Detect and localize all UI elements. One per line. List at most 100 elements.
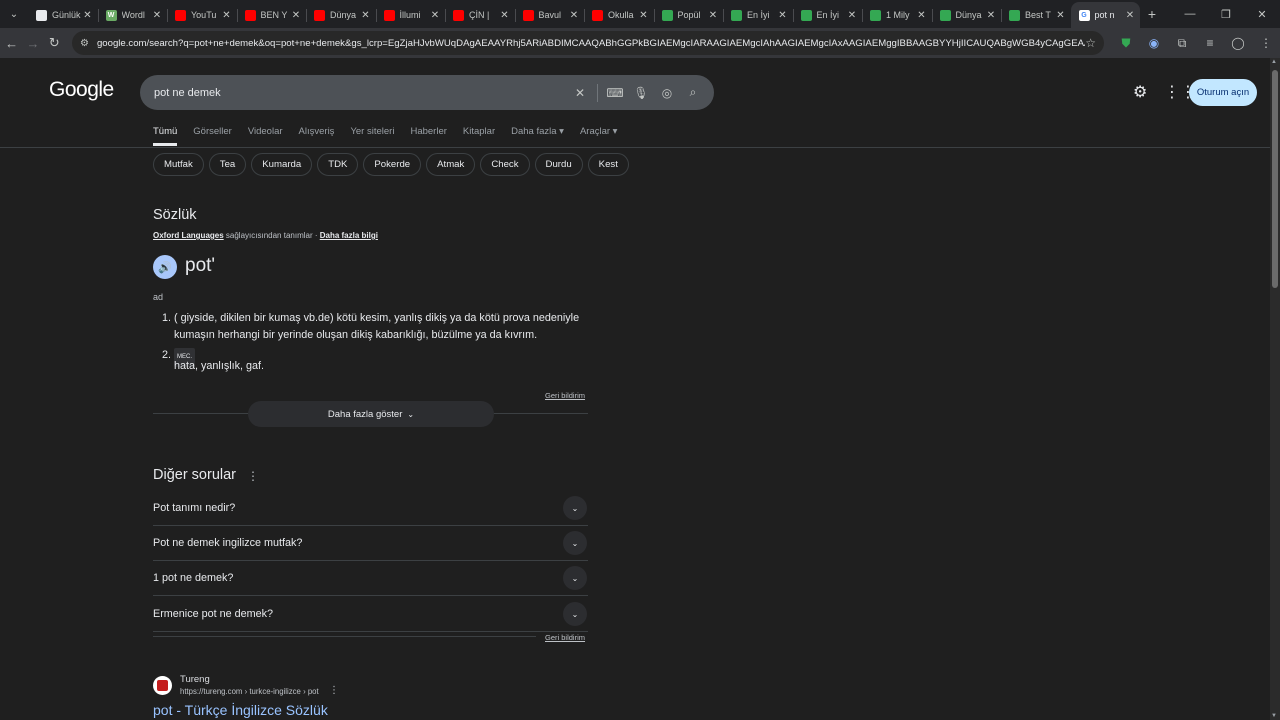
refinement-chip[interactable]: Mutfak	[153, 153, 204, 176]
pronunciation-speaker-icon[interactable]: 🔊	[153, 255, 177, 279]
browser-tab[interactable]: YouTu ✕	[167, 2, 237, 28]
expand-chevron-icon[interactable]: ⌄	[563, 531, 587, 555]
settings-gear-icon[interactable]: ⚙	[1133, 82, 1147, 102]
related-question[interactable]: Pot ne demek ingilizce mutfak? ⌄	[153, 526, 588, 561]
browser-tab[interactable]: BEN Y ✕	[236, 2, 307, 28]
browser-tab[interactable]: En İyi ✕	[792, 2, 863, 28]
questions-feedback-link[interactable]: Geri bildirim	[545, 633, 585, 642]
search-tab[interactable]: Videolar	[248, 126, 283, 146]
browser-tab[interactable]: Okulla ✕	[584, 2, 654, 28]
search-box[interactable]: pot ne demek ✕ ⌨ 🎙 ◎ ⌕	[140, 75, 714, 110]
profile-icon[interactable]: ◯	[1224, 36, 1252, 51]
result-title-link[interactable]: pot - Türkçe İngilizce Sözlük	[153, 702, 328, 718]
browser-tab[interactable]: Popül ✕	[653, 2, 724, 28]
related-question[interactable]: Ermenice pot ne demek? ⌄	[153, 597, 588, 632]
expand-chevron-icon[interactable]: ⌄	[563, 602, 587, 626]
tab-close-icon[interactable]: ✕	[985, 10, 997, 21]
dictionary-feedback-link[interactable]: Geri bildirim	[545, 391, 585, 400]
tab-close-icon[interactable]: ✕	[429, 10, 441, 21]
minimize-icon[interactable]: —	[1172, 8, 1208, 21]
url-text[interactable]: google.com/search?q=pot+ne+demek&oq=pot+…	[97, 38, 1085, 49]
site-info-icon[interactable]: ⚙	[80, 38, 89, 49]
browser-tab[interactable]: Gpot n ✕	[1070, 2, 1140, 28]
restore-icon[interactable]: ❐	[1208, 8, 1244, 21]
refinement-chip[interactable]: Kest	[587, 153, 629, 176]
lens-icon[interactable]: ◎	[654, 86, 680, 100]
browser-tab[interactable]: W Wordl ✕	[97, 2, 168, 28]
show-more-button[interactable]: Daha fazla göster ⌄	[248, 401, 494, 427]
search-tab[interactable]: Görseller	[193, 126, 232, 146]
more-options-icon[interactable]: ⋮	[247, 469, 259, 483]
extension-icon[interactable]: ◉	[1140, 36, 1168, 51]
scrollbar-thumb[interactable]	[1272, 70, 1278, 288]
refinement-chip[interactable]: Atmak	[426, 153, 476, 176]
search-tab[interactable]: Araçlar ▾	[580, 126, 618, 146]
tab-close-icon[interactable]: ✕	[916, 10, 928, 21]
browser-tab[interactable]: Dünya ✕	[931, 2, 1002, 28]
related-question[interactable]: Pot tanımı nedir? ⌄	[153, 491, 588, 526]
browser-tab[interactable]: Bavul ✕	[514, 2, 585, 28]
result-site-name[interactable]: Tureng	[180, 674, 210, 685]
back-icon[interactable]: ←	[2, 31, 21, 55]
forward-icon[interactable]: →	[23, 31, 42, 55]
google-logo[interactable]: Google	[49, 78, 114, 102]
microphone-icon[interactable]: 🎙	[628, 86, 654, 100]
close-window-icon[interactable]: ✕	[1244, 8, 1280, 21]
tab-close-icon[interactable]: ✕	[221, 10, 233, 21]
page-scrollbar[interactable]: ▲ ▼	[1270, 58, 1280, 720]
browser-menu-icon[interactable]: ⋮	[1252, 36, 1280, 51]
shield-extension-icon[interactable]: ⛊	[1112, 36, 1140, 51]
search-tab[interactable]: Tümü	[153, 126, 178, 146]
search-tab[interactable]: Alışveriş	[299, 126, 335, 146]
refinement-chip[interactable]: Kumarda	[251, 153, 313, 176]
related-question[interactable]: 1 pot ne demek? ⌄	[153, 561, 588, 596]
puzzle-extensions-icon[interactable]: ⧉	[1168, 36, 1196, 51]
result-url[interactable]: https://tureng.com › turkce-ingilizce › …	[180, 687, 319, 696]
tab-close-icon[interactable]: ✕	[151, 10, 163, 21]
clear-icon[interactable]: ✕	[567, 86, 593, 100]
browser-tab[interactable]: Günlük ✕	[28, 2, 98, 28]
refinement-chip[interactable]: TDK	[317, 153, 359, 176]
media-control-icon[interactable]: ≡	[1196, 36, 1224, 51]
tab-close-icon[interactable]: ✕	[290, 10, 302, 21]
search-tab[interactable]: Yer siteleri	[350, 126, 394, 146]
refinement-chip[interactable]: Tea	[208, 153, 247, 176]
search-tab[interactable]: Daha fazla ▾	[511, 126, 564, 146]
tab-close-icon[interactable]: ✕	[1055, 10, 1067, 21]
search-input[interactable]: pot ne demek	[154, 87, 567, 99]
scroll-down-icon[interactable]: ▼	[1271, 713, 1277, 719]
tab-close-icon[interactable]: ✕	[707, 10, 719, 21]
scroll-up-icon[interactable]: ▲	[1271, 59, 1277, 65]
keyboard-icon[interactable]: ⌨	[602, 86, 628, 100]
tab-close-icon[interactable]: ✕	[846, 10, 858, 21]
browser-tab[interactable]: 1 Mily ✕	[862, 2, 932, 28]
address-bar[interactable]: ⚙ google.com/search?q=pot+ne+demek&oq=po…	[71, 31, 1104, 55]
reload-icon[interactable]: ↻	[45, 31, 64, 55]
tab-close-icon[interactable]: ✕	[638, 10, 650, 21]
browser-tab[interactable]: Best T ✕	[1001, 2, 1071, 28]
tab-close-icon[interactable]: ✕	[777, 10, 789, 21]
tab-close-icon[interactable]: ✕	[82, 10, 94, 21]
refinement-chip[interactable]: Durdu	[534, 153, 583, 176]
new-tab-button[interactable]: +	[1140, 6, 1164, 22]
oxford-languages-link[interactable]: Oxford Languages	[153, 231, 224, 240]
search-tab[interactable]: Kitaplar	[463, 126, 495, 146]
browser-tab[interactable]: Dünya ✕	[306, 2, 376, 28]
refinement-chip[interactable]: Pokerde	[363, 153, 422, 176]
browser-tab[interactable]: İllumi ✕	[375, 2, 446, 28]
tab-search-button[interactable]: ⌄	[0, 0, 28, 28]
search-icon[interactable]: ⌕	[680, 85, 706, 100]
search-tab[interactable]: Haberler	[410, 126, 446, 146]
result-options-icon[interactable]: ⋮	[329, 685, 339, 696]
browser-tab[interactable]: ÇİN | ✕	[445, 2, 515, 28]
tab-close-icon[interactable]: ✕	[568, 10, 580, 21]
bookmark-star-icon[interactable]: ☆	[1085, 36, 1096, 50]
tab-close-icon[interactable]: ✕	[360, 10, 372, 21]
browser-tab[interactable]: En İyi ✕	[723, 2, 793, 28]
refinement-chip[interactable]: Check	[480, 153, 530, 176]
more-info-link[interactable]: Daha fazla bilgi	[320, 231, 378, 240]
tab-close-icon[interactable]: ✕	[1124, 10, 1136, 21]
expand-chevron-icon[interactable]: ⌄	[563, 496, 587, 520]
tab-close-icon[interactable]: ✕	[499, 10, 511, 21]
expand-chevron-icon[interactable]: ⌄	[563, 566, 587, 590]
